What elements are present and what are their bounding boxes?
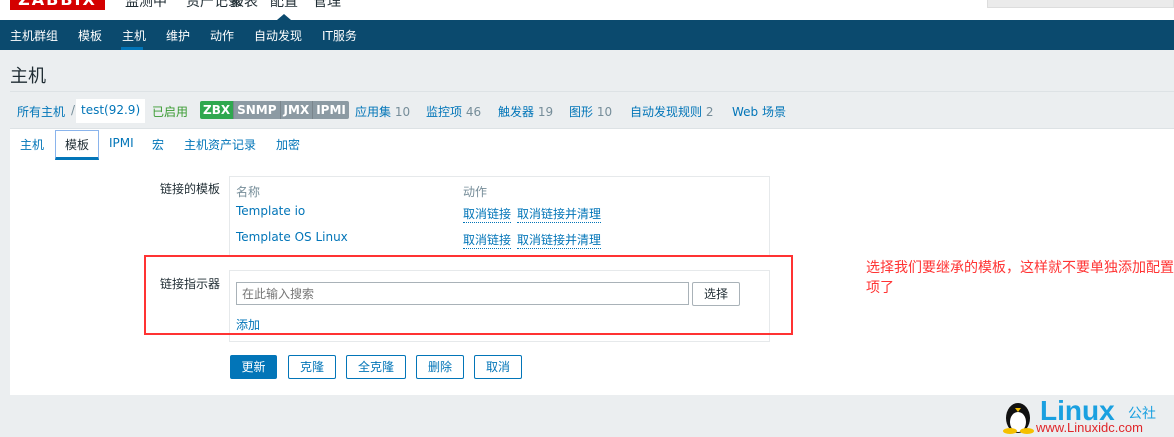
sub-navigation: 主机群组 模板 主机 维护 动作 自动发现 IT服务 [0,20,1174,50]
column-name: 名称 [236,185,261,199]
page-title: 主机 [10,66,46,87]
menu-reports[interactable]: 报表 [230,0,258,11]
link-count: 10 [394,105,411,119]
annotation-text: 选择我们要继承的模板，这样就不要单独添加配置项了 [866,260,1174,296]
subnav-maintenance[interactable]: 维护 [166,27,190,44]
svg-text:www.Linuxidc.com: www.Linuxidc.com [1035,420,1143,434]
menu-monitoring[interactable]: 监测中 [125,0,167,11]
subnav-it-services[interactable]: IT服务 [322,27,357,44]
link-triggers[interactable]: 触发器 19 [498,103,553,120]
link-count: 46 [465,105,482,119]
active-subnav-indicator [121,47,143,50]
zabbix-logo[interactable]: ZABBIX [10,0,105,10]
link-label: 监控项 [426,105,463,119]
update-button[interactable]: 更新 [230,355,277,379]
link-discovery-rules[interactable]: 自动发现规则 2 [630,103,713,120]
tab-host[interactable]: 主机 [20,136,44,153]
badge-jmx: JMX [280,101,314,119]
tux-penguin-icon: Linux 公社 www.Linuxidc.com [1003,395,1156,435]
linuxidc-watermark: Linux 公社 www.Linuxidc.com [1000,394,1174,437]
breadcrumb-separator: / [71,103,76,117]
link-label: 自动发现规则 [630,105,703,119]
divider [10,91,1174,92]
link-count: 19 [537,105,554,119]
subnav-host-groups[interactable]: 主机群组 [10,27,58,44]
link-label: 触发器 [498,105,535,119]
link-label: 应用集 [355,105,392,119]
link-label: 图形 [569,105,594,119]
linked-templates-label: 链接的模板 [160,182,221,196]
subnav-discovery[interactable]: 自动发现 [254,27,302,44]
tab-ipmi[interactable]: IPMI [109,136,134,150]
subnav-actions[interactable]: 动作 [210,27,234,44]
link-count: 10 [596,105,613,119]
unlink-clear-button[interactable]: 取消链接并清理 [517,231,602,249]
template-link[interactable]: Template io [236,204,305,218]
tab-templates[interactable]: 模板 [65,136,89,153]
full-clone-button[interactable]: 全克隆 [346,355,406,379]
breadcrumb-all-hosts[interactable]: 所有主机 [17,103,65,120]
unlink-button[interactable]: 取消链接 [463,205,512,223]
column-action: 动作 [463,185,488,199]
link-count: 2 [705,105,714,119]
top-bar: ZABBIX 监测中 资产记录 报表 配置 管理 [0,0,1174,20]
subnav-hosts[interactable]: 主机 [122,27,146,44]
availability-badges: ZBX SNMP JMX IPMI [200,101,349,119]
global-search-input[interactable] [987,0,1174,8]
tab-encryption[interactable]: 加密 [276,136,300,153]
badge-zbx: ZBX [200,101,235,119]
subnav-templates[interactable]: 模板 [78,27,102,44]
link-items[interactable]: 监控项 46 [426,103,481,120]
unlink-clear-button[interactable]: 取消链接并清理 [517,205,602,223]
badge-ipmi: IPMI [313,101,349,119]
clone-button[interactable]: 克隆 [288,355,336,379]
template-link[interactable]: Template OS Linux [236,230,348,244]
link-graphs[interactable]: 图形 10 [569,103,612,120]
unlink-button[interactable]: 取消链接 [463,231,512,249]
menu-configuration[interactable]: 配置 [270,0,298,11]
tab-macros[interactable]: 宏 [152,136,164,153]
delete-button[interactable]: 删除 [416,355,464,379]
breadcrumb-host[interactable]: test(92.9) [76,99,146,123]
badge-snmp: SNMP [234,101,281,119]
tab-inventory[interactable]: 主机资产记录 [184,136,256,153]
annotation-highlight-box [144,255,793,335]
cancel-button[interactable]: 取消 [474,355,522,379]
host-status[interactable]: 已启用 [152,103,188,120]
menu-administration[interactable]: 管理 [313,0,341,11]
link-applications[interactable]: 应用集 10 [355,103,410,120]
link-web-scenarios[interactable]: Web 场景 [732,103,786,120]
